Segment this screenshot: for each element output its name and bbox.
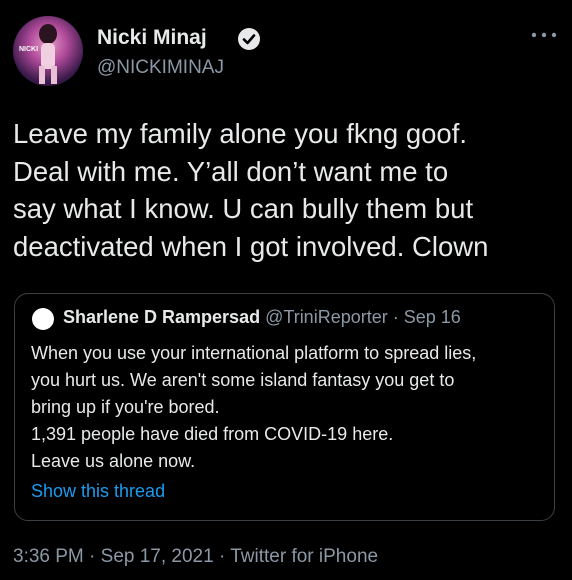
quoted-text-line: When you use your international platform… (31, 343, 477, 363)
quoted-avatar (32, 308, 54, 330)
author-name[interactable]: Nicki Minaj (97, 26, 207, 50)
quoted-text-line: bring up if you're bored. (31, 397, 220, 417)
avatar-logo-text: NICKI (19, 46, 38, 53)
quoted-author-meta: @TriniReporter · Sep 16 (265, 307, 461, 327)
more-options-icon[interactable] (530, 30, 558, 40)
quoted-text-line: 1,391 people have died from COVID-19 her… (31, 424, 394, 444)
tweet-text-line: deactivated when I got involved. Clown (13, 230, 489, 262)
quoted-text-line: Leave us alone now. (31, 451, 196, 471)
tweet-timestamp[interactable]: 3:36 PM · Sep 17, 2021 · Twitter for iPh… (13, 546, 378, 568)
quoted-author-name: Sharlene D Rampersad (63, 307, 261, 327)
quoted-text: When you use your international platform… (31, 340, 546, 475)
quoted-text-line: you hurt us. We aren't some island fanta… (31, 370, 455, 390)
tweet-text: Leave my family alone you fkng goof. Dea… (13, 115, 569, 265)
quoted-tweet[interactable]: Sharlene D Rampersad @TriniReporter · Se… (14, 293, 555, 521)
tweet-text-line: say what I know. U can bully them but (13, 193, 474, 224)
tweet-text-line: Deal with me. Y’all don’t want me to (13, 155, 449, 187)
show-thread-link[interactable]: Show this thread (31, 481, 165, 502)
avatar[interactable]: NICKI (13, 16, 83, 86)
author-handle[interactable]: @NICKIMINAJ (97, 57, 224, 79)
quoted-header: Sharlene D Rampersad @TriniReporter · Se… (63, 307, 461, 328)
verified-badge-icon (238, 28, 260, 50)
avatar-image: NICKI (19, 24, 57, 84)
tweet-text-line: Leave my family alone you fkng goof. (13, 118, 468, 149)
